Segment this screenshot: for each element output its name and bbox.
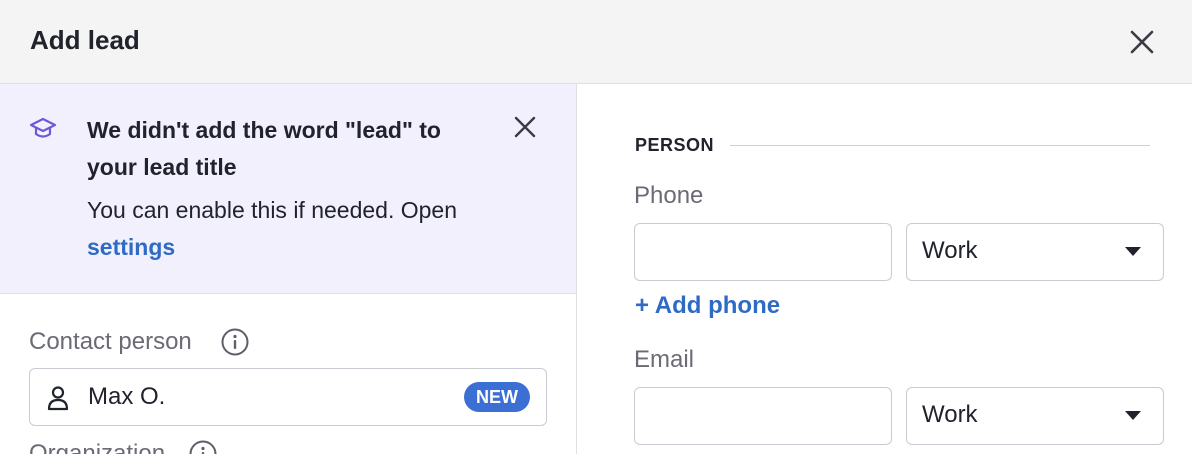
person-section-title: PERSON xyxy=(635,135,715,155)
chevron-down-icon xyxy=(1125,411,1141,420)
section-divider xyxy=(730,145,1150,146)
person-icon xyxy=(46,385,70,411)
notice-body-text: You can enable this if needed. Open xyxy=(87,197,457,223)
phone-type-value: Work xyxy=(922,237,978,264)
right-column: PERSON Phone Work + Add phone Email Work xyxy=(578,84,1192,454)
phone-input[interactable] xyxy=(634,223,892,281)
info-icon[interactable] xyxy=(188,439,218,454)
email-label: Email xyxy=(634,346,695,373)
close-icon xyxy=(1130,30,1154,54)
new-badge: NEW xyxy=(464,382,530,412)
phone-label: Phone xyxy=(634,182,704,209)
phone-type-select[interactable]: Work xyxy=(906,223,1164,281)
dismiss-notice-button[interactable] xyxy=(511,113,539,141)
contact-person-value: Max O. xyxy=(88,383,166,410)
email-type-select[interactable]: Work xyxy=(906,387,1164,445)
settings-link[interactable]: settings xyxy=(87,234,175,260)
email-input[interactable] xyxy=(634,387,892,445)
close-dialog-button[interactable] xyxy=(1126,26,1158,58)
dialog-header: Add lead xyxy=(0,0,1192,84)
graduation-cap-icon xyxy=(28,114,58,144)
notice-title: We didn't add the word "lead" to your le… xyxy=(87,117,441,180)
info-icon[interactable] xyxy=(220,327,250,357)
notice-body: You can enable this if needed. Open sett… xyxy=(87,192,527,266)
left-column: We didn't add the word "lead" to your le… xyxy=(0,84,577,454)
chevron-down-icon xyxy=(1125,247,1141,256)
contact-person-field[interactable]: Max O. NEW xyxy=(29,368,547,426)
dialog-title: Add lead xyxy=(30,25,140,55)
add-phone-link[interactable]: + Add phone xyxy=(635,292,780,320)
contact-person-label: Contact person xyxy=(29,328,192,355)
email-type-value: Work xyxy=(922,401,978,428)
close-icon xyxy=(514,116,536,138)
settings-notice: We didn't add the word "lead" to your le… xyxy=(0,84,576,294)
organization-label: Organization xyxy=(29,440,166,454)
